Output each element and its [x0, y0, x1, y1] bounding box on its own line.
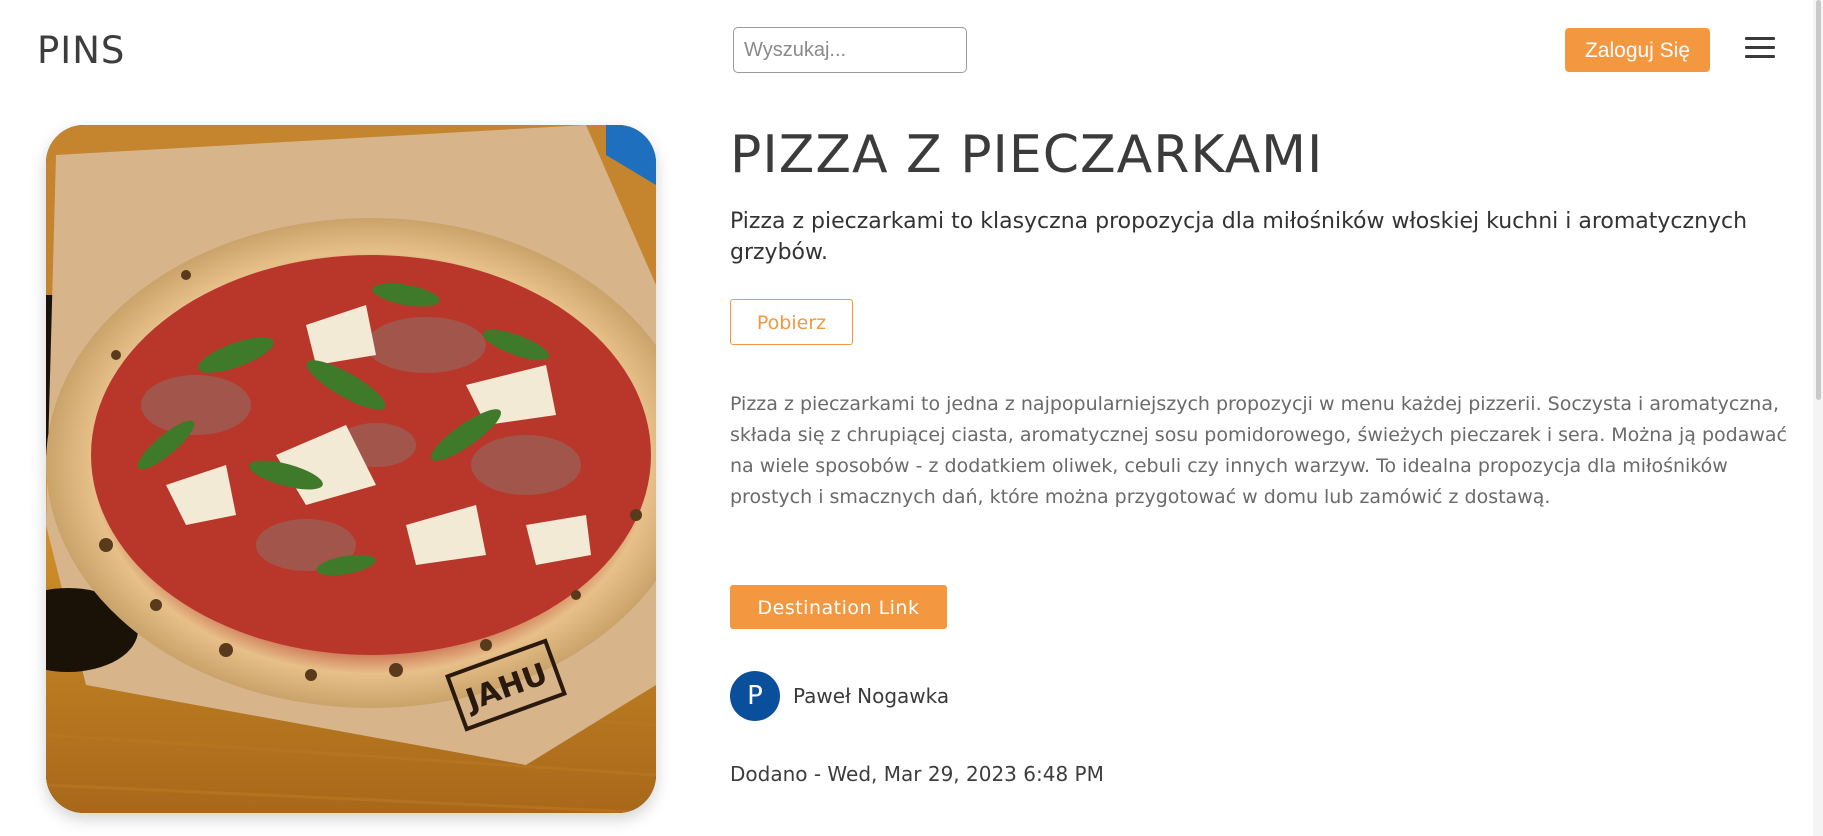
author-name[interactable]: Paweł Nogawka	[793, 684, 949, 708]
hamburger-menu-icon[interactable]	[1745, 34, 1775, 60]
download-button[interactable]: Pobierz	[730, 299, 853, 345]
added-date: Dodano - Wed, Mar 29, 2023 6:48 PM	[730, 762, 1104, 786]
pin-title: PIZZA Z PIECZARKAMI	[730, 125, 1324, 185]
page-scrollbar[interactable]	[1813, 0, 1823, 836]
pin-description: Pizza z pieczarkami to jedna z najpopula…	[730, 393, 1787, 508]
search-input[interactable]	[733, 27, 967, 73]
avatar[interactable]: P	[730, 671, 780, 721]
pizza-image: JAHU	[46, 125, 656, 813]
site-logo[interactable]: PINS	[37, 29, 125, 73]
header: PINS Zaloguj Się	[0, 0, 1823, 100]
destination-link-button[interactable]: Destination Link	[730, 585, 947, 629]
menu-bar	[1745, 55, 1775, 58]
author[interactable]: P Paweł Nogawka	[730, 671, 949, 721]
pin-image: JAHU	[46, 125, 656, 813]
scrollbar-thumb[interactable]	[1816, 0, 1821, 400]
login-button[interactable]: Zaloguj Się	[1565, 28, 1710, 72]
pin-subtitle: Pizza z pieczarkami to klasyczna propozy…	[730, 209, 1748, 265]
menu-bar	[1745, 46, 1775, 49]
menu-bar	[1745, 37, 1775, 40]
